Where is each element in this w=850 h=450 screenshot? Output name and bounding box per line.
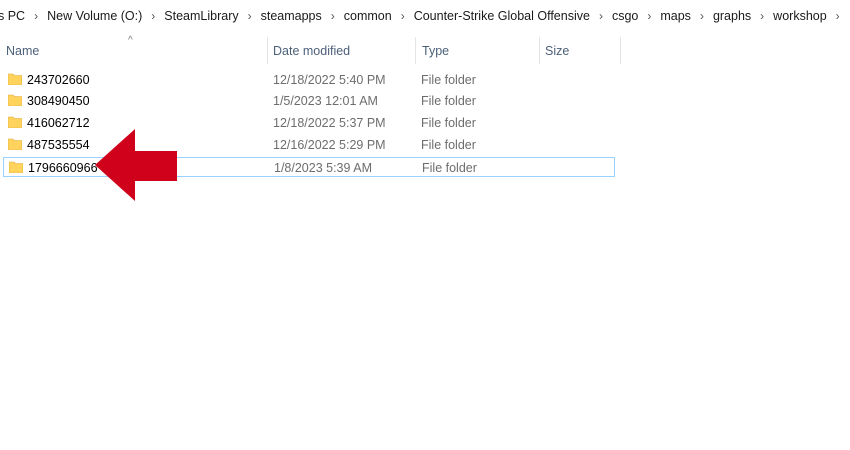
file-date-modified: 12/18/2022 5:37 PM bbox=[273, 116, 386, 130]
file-name: 308490450 bbox=[27, 94, 90, 108]
breadcrumb-item-csgo[interactable]: csgo bbox=[610, 9, 640, 23]
breadcrumb-item-steamapps[interactable]: steamapps bbox=[259, 9, 324, 23]
breadcrumb-item-this-pc[interactable]: s PC bbox=[0, 9, 27, 23]
breadcrumb-item-new-volume[interactable]: New Volume (O:) bbox=[45, 9, 144, 23]
chevron-right-icon[interactable]: › bbox=[643, 9, 655, 23]
file-date-modified: 12/16/2022 5:29 PM bbox=[273, 138, 386, 152]
file-date-modified: 12/18/2022 5:40 PM bbox=[273, 73, 386, 87]
file-name: 1796660966 bbox=[28, 161, 98, 175]
breadcrumb-item-maps[interactable]: maps bbox=[658, 9, 693, 23]
chevron-right-icon[interactable]: › bbox=[244, 9, 256, 23]
red-arrow-icon bbox=[95, 129, 177, 201]
file-type: File folder bbox=[421, 116, 476, 130]
chevron-right-icon[interactable]: › bbox=[397, 9, 409, 23]
chevron-right-icon[interactable]: › bbox=[832, 9, 844, 23]
chevron-right-icon[interactable]: › bbox=[756, 9, 768, 23]
file-date-modified: 1/8/2023 5:39 AM bbox=[274, 161, 372, 175]
chevron-right-icon[interactable]: › bbox=[327, 9, 339, 23]
column-header-type[interactable]: Type bbox=[422, 37, 537, 64]
file-row[interactable]: 243702660 12/18/2022 5:40 PM File folder bbox=[3, 70, 615, 90]
column-header-row: ^ Name Date modified Type Size bbox=[0, 35, 622, 64]
column-header-size[interactable]: Size bbox=[545, 37, 615, 64]
file-type: File folder bbox=[422, 161, 477, 175]
breadcrumb-item-graphs[interactable]: graphs bbox=[711, 9, 753, 23]
column-header-date-modified[interactable]: Date modified bbox=[273, 37, 413, 64]
file-name: 243702660 bbox=[27, 73, 90, 87]
column-divider[interactable] bbox=[267, 37, 268, 64]
folder-icon bbox=[8, 116, 22, 128]
breadcrumb-item-csgo-folder[interactable]: Counter-Strike Global Offensive bbox=[412, 9, 592, 23]
breadcrumb-item-common[interactable]: common bbox=[342, 9, 394, 23]
column-divider[interactable] bbox=[620, 37, 621, 64]
folder-icon bbox=[8, 73, 22, 85]
breadcrumb-item-steamlibrary[interactable]: SteamLibrary bbox=[162, 9, 240, 23]
chevron-right-icon[interactable]: › bbox=[696, 9, 708, 23]
breadcrumb-item-workshop[interactable]: workshop bbox=[771, 9, 829, 23]
file-name: 416062712 bbox=[27, 116, 90, 130]
file-name: 487535554 bbox=[27, 138, 90, 152]
chevron-right-icon[interactable]: › bbox=[147, 9, 159, 23]
folder-icon bbox=[9, 161, 23, 173]
breadcrumb: s PC › New Volume (O:) › SteamLibrary › … bbox=[0, 0, 850, 31]
folder-icon bbox=[8, 138, 22, 150]
column-header-name[interactable]: Name bbox=[6, 37, 264, 64]
folder-icon bbox=[8, 94, 22, 106]
chevron-right-icon[interactable]: › bbox=[30, 9, 42, 23]
file-type: File folder bbox=[421, 73, 476, 87]
file-type: File folder bbox=[421, 94, 476, 108]
file-date-modified: 1/5/2023 12:01 AM bbox=[273, 94, 378, 108]
chevron-right-icon[interactable]: › bbox=[595, 9, 607, 23]
column-divider[interactable] bbox=[415, 37, 416, 64]
column-divider[interactable] bbox=[539, 37, 540, 64]
file-type: File folder bbox=[421, 138, 476, 152]
file-row[interactable]: 308490450 1/5/2023 12:01 AM File folder bbox=[3, 91, 615, 111]
